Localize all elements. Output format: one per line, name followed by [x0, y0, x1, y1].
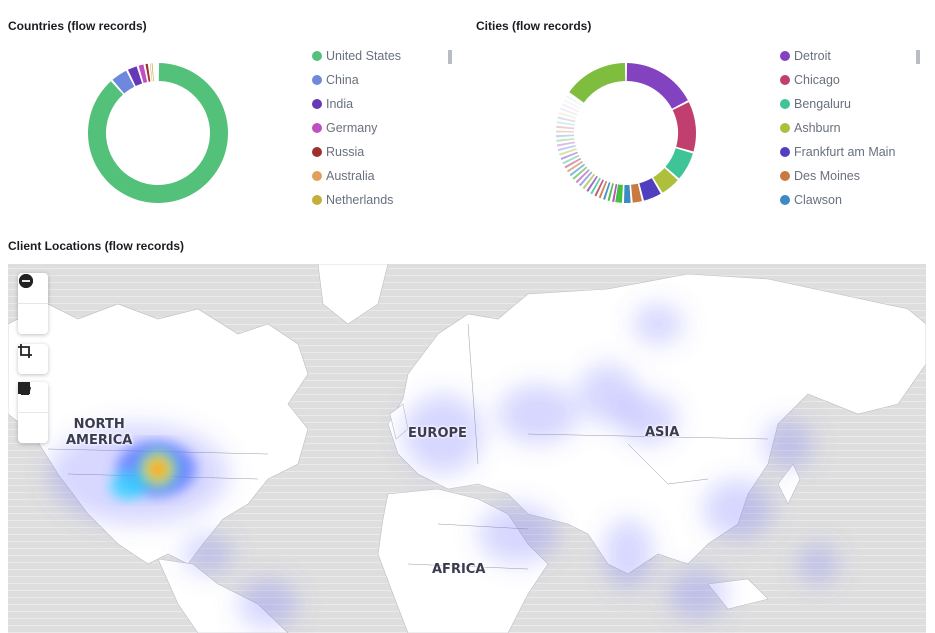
draw-bounds-button[interactable]	[18, 382, 48, 443]
legend-color-dot-icon	[780, 99, 790, 109]
donut-slice-unlabeled-top-left-[interactable]	[569, 63, 626, 103]
legend-label: Bengaluru	[794, 97, 851, 111]
legend-color-dot-icon	[312, 171, 322, 181]
countries-legend-item[interactable]: Russia	[312, 140, 462, 164]
fit-controls	[18, 344, 48, 374]
legend-color-dot-icon	[312, 195, 322, 205]
client-locations-map[interactable]: NORTH AMERICA EUROPE ASIA AFRICA	[8, 264, 926, 633]
legend-label: Australia	[326, 169, 375, 183]
donut-slice-united-states[interactable]	[87, 63, 228, 203]
donut-slice[interactable]	[563, 99, 581, 110]
legend-label: Chicago	[794, 73, 840, 87]
zoom-controls	[18, 273, 48, 334]
countries-legend-item[interactable]: India	[312, 92, 462, 116]
cities-panel-title: Cities (flow records)	[476, 19, 592, 33]
cities-legend-item[interactable]: Council Bluffs	[780, 212, 930, 214]
legend-label: China	[326, 73, 359, 87]
legend-color-dot-icon	[780, 75, 790, 85]
donut-slice[interactable]	[556, 134, 575, 138]
legend-label: India	[326, 97, 354, 111]
draw-controls	[18, 382, 48, 443]
donut-slice-clawson[interactable]	[623, 184, 631, 203]
legend-label: Frankfurt am Main	[794, 145, 896, 159]
countries-legend-item[interactable]: United States	[312, 44, 462, 68]
countries-legend-item[interactable]: Australia	[312, 164, 462, 188]
donut-slice[interactable]	[556, 121, 575, 126]
donut-slice-chicago[interactable]	[672, 102, 696, 152]
legend-color-dot-icon	[780, 171, 790, 181]
cities-donut-chart[interactable]	[546, 53, 706, 213]
cities-legend-scrollbar[interactable]	[916, 50, 920, 64]
cities-legend-item[interactable]: Chicago	[780, 68, 930, 92]
legend-label: Germany	[326, 121, 378, 135]
legend-label: Ashburn	[794, 121, 841, 135]
legend-color-dot-icon	[312, 51, 322, 61]
cities-legend-item[interactable]: Detroit	[780, 44, 930, 68]
cities-legend-item[interactable]: Des Moines	[780, 164, 930, 188]
map-panel-title: Client Locations (flow records)	[8, 239, 185, 253]
countries-donut-chart[interactable]	[78, 53, 238, 213]
cities-legend: Detroit Chicago Bengaluru Ashburn Frankfurt …	[780, 44, 930, 214]
legend-color-dot-icon	[312, 123, 322, 133]
label-north-america: NORTH AMERICA	[66, 417, 133, 448]
cities-legend-item[interactable]: Frankfurt am Main	[780, 140, 930, 164]
minus-circle-icon	[19, 274, 33, 288]
donut-slice-detroit[interactable]	[626, 63, 688, 109]
countries-legend-item[interactable]: Japan	[312, 212, 462, 214]
zoom-out-button[interactable]	[18, 274, 48, 334]
legend-label: United States	[326, 49, 402, 63]
countries-panel-title: Countries (flow records)	[8, 19, 147, 33]
cities-legend-item[interactable]: Clawson	[780, 188, 930, 212]
label-europe: EUROPE	[408, 426, 467, 441]
label-asia: ASIA	[645, 425, 680, 440]
label-africa: AFRICA	[432, 562, 486, 577]
legend-color-dot-icon	[780, 123, 790, 133]
legend-color-dot-icon	[780, 195, 790, 205]
donut-slice[interactable]	[556, 125, 575, 130]
legend-color-dot-icon	[780, 147, 790, 157]
legend-label: Netherlands	[326, 193, 394, 207]
legend-label: Russia	[326, 145, 365, 159]
countries-legend-item[interactable]: Netherlands	[312, 188, 462, 212]
legend-color-dot-icon	[780, 51, 790, 61]
donut-slice[interactable]	[594, 179, 604, 197]
countries-legend-item[interactable]: Germany	[312, 116, 462, 140]
countries-legend: United States China India Germany Russia Aust…	[312, 44, 462, 214]
countries-legend-item[interactable]: China	[312, 68, 462, 92]
legend-label: Des Moines	[794, 169, 860, 183]
cities-legend-item[interactable]: Ashburn	[780, 116, 930, 140]
legend-color-dot-icon	[312, 99, 322, 109]
legend-label: Detroit	[794, 49, 831, 63]
countries-legend-scrollbar[interactable]	[448, 50, 452, 64]
donut-slice[interactable]	[562, 154, 580, 165]
fit-bounds-button[interactable]	[18, 344, 48, 374]
donut-slice[interactable]	[556, 138, 575, 142]
legend-color-dot-icon	[312, 147, 322, 157]
donut-slice[interactable]	[556, 130, 575, 133]
legend-color-dot-icon	[312, 75, 322, 85]
legend-label: Clawson	[794, 193, 842, 207]
crop-icon	[18, 344, 32, 358]
cities-legend-item[interactable]: Bengaluru	[780, 92, 930, 116]
square-icon	[18, 382, 30, 394]
